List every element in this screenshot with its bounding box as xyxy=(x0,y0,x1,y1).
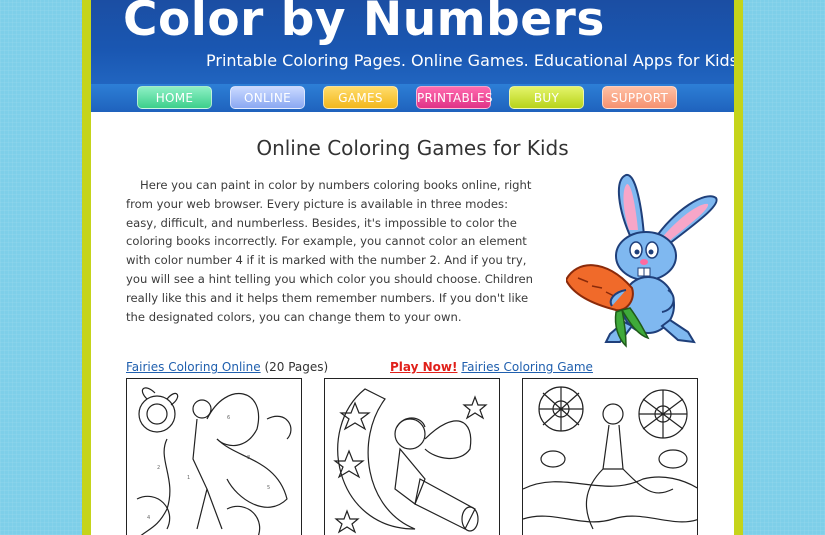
svg-text:4: 4 xyxy=(147,515,150,521)
nav-home-button[interactable]: HOME xyxy=(137,86,212,109)
play-now-link[interactable]: Play Now! xyxy=(390,360,457,374)
gallery-links: Fairies Coloring Online (20 Pages) Play … xyxy=(126,360,726,378)
intro-paragraph: Here you can paint in color by numbers c… xyxy=(126,178,533,324)
fairies-coloring-game-link[interactable]: Fairies Coloring Game xyxy=(461,360,593,374)
nav-support-button[interactable]: SUPPORT xyxy=(602,86,677,109)
coloring-thumbnail-fairy-garden[interactable] xyxy=(522,378,698,535)
svg-text:1: 1 xyxy=(187,475,190,481)
svg-text:2: 2 xyxy=(157,465,160,471)
site-tagline: Printable Coloring Pages. Online Games. … xyxy=(206,51,734,70)
site-header: Color by Numbers Printable Coloring Page… xyxy=(91,0,734,84)
page-title: Online Coloring Games for Kids xyxy=(256,136,569,160)
fairy-moon-line-art xyxy=(333,388,488,534)
nav-buy-button[interactable]: BUY xyxy=(509,86,584,109)
svg-text:5: 5 xyxy=(267,485,270,491)
coloring-thumbnail-fairy-moon[interactable] xyxy=(324,378,500,535)
fairy-flowers-line-art: 8 1 5 2 6 4 xyxy=(136,387,292,535)
coloring-thumbnail-fairy-flowers[interactable]: 8 1 5 2 6 4 xyxy=(126,378,302,535)
content-area: Color by Numbers Printable Coloring Page… xyxy=(91,0,734,535)
svg-text:8: 8 xyxy=(247,455,250,461)
nav-printables-button[interactable]: PRINTABLES xyxy=(416,86,493,109)
svg-text:6: 6 xyxy=(227,415,230,421)
fairies-coloring-online-link[interactable]: Fairies Coloring Online xyxy=(126,360,261,374)
page-count: (20 Pages) xyxy=(264,360,329,374)
nav-games-button[interactable]: GAMES xyxy=(323,86,398,109)
nav-online-button[interactable]: ONLINE xyxy=(230,86,305,109)
page-frame: Color by Numbers Printable Coloring Page… xyxy=(82,0,743,535)
bunny-carrot-illustration xyxy=(566,174,718,348)
fairy-garden-line-art xyxy=(523,386,697,530)
site-title[interactable]: Color by Numbers xyxy=(123,0,605,47)
main-nav: HOME ONLINE GAMES PRINTABLES BUY SUPPORT xyxy=(91,84,734,112)
